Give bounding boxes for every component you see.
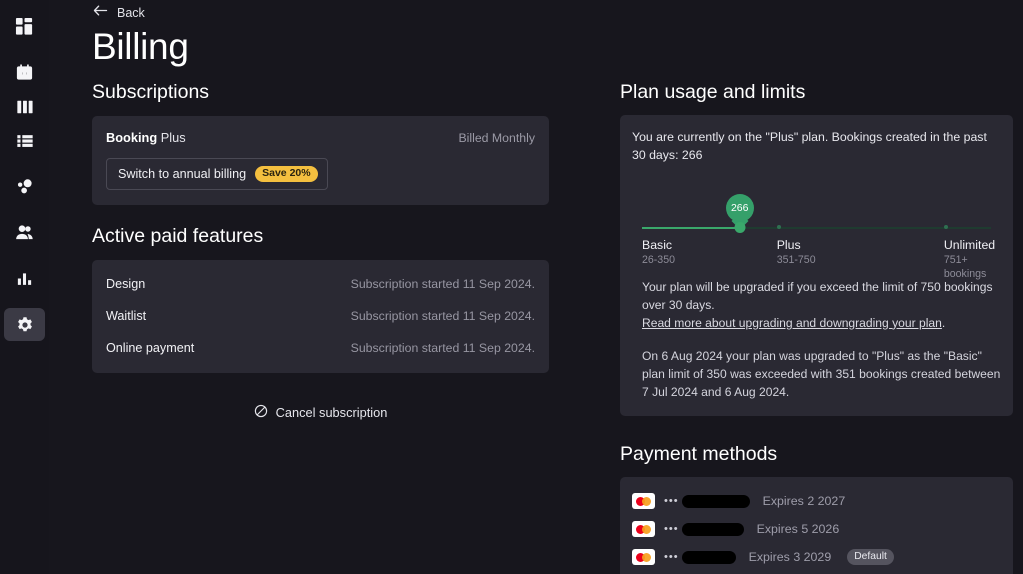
usage-tier-labels: Basic 26-350 Plus 351-750 Unlimited 751+… <box>642 238 995 281</box>
redaction-bar <box>681 494 750 508</box>
back-label: Back <box>117 6 145 20</box>
card-expiry: Expires 3 2029 <box>748 550 832 565</box>
list-item[interactable]: ••• Expires 3 2029 Default <box>632 543 1001 571</box>
back-button[interactable]: Back <box>49 0 1023 22</box>
feature-name: Waitlist <box>106 308 147 323</box>
usage-upgrade-note: Your plan will be upgraded if you exceed… <box>642 278 1001 332</box>
sidebar-item-list[interactable] <box>4 124 45 157</box>
list-item[interactable]: ••• Expires 2 2027 <box>632 487 1001 515</box>
usage-marker-value: 266 <box>725 193 754 222</box>
usage-meter: 266 <box>642 186 991 238</box>
usage-card: You are currently on the "Plus" plan. Bo… <box>620 114 1013 417</box>
upgrade-downgrade-link[interactable]: Read more about upgrading and downgradin… <box>642 316 942 330</box>
feature-meta: Subscription started 11 Sep 2024. <box>350 340 535 355</box>
usage-upgrade-text: Your plan will be upgraded if you exceed… <box>642 279 993 312</box>
tier-range: 351-750 <box>776 253 816 266</box>
subscription-name: Booking Plus <box>106 130 186 145</box>
card-number-mask: ••• <box>664 522 744 536</box>
list-icon <box>16 132 34 150</box>
table-row: Waitlist Subscription started 11 Sep 202… <box>106 300 535 332</box>
sidebar-item-reports[interactable] <box>4 262 45 295</box>
save-badge: Save 20% <box>255 165 318 182</box>
switch-to-annual-billing-button[interactable]: Switch to annual billing Save 20% <box>106 157 328 190</box>
card-expiry: Expires 2 2027 <box>762 494 846 509</box>
feature-name: Online payment <box>106 340 195 355</box>
mastercard-icon <box>632 493 655 510</box>
main-content: Back Billing Subscriptions Booking Plus … <box>49 0 1023 574</box>
card-expiry: Expires 5 2026 <box>756 522 840 537</box>
link-suffix: . <box>941 315 946 330</box>
card-number-mask: ••• <box>664 550 736 564</box>
tier-range: 26-350 <box>642 253 675 266</box>
cancel-circle-icon <box>254 404 268 421</box>
table-row: Online payment Subscription started 11 S… <box>106 332 535 364</box>
users-icon <box>15 223 34 242</box>
tier-name: Plus <box>776 237 801 252</box>
redaction-bar <box>681 550 736 564</box>
payment-methods-section: Payment methods ••• Expires 2 2027 ••• E… <box>620 443 1013 574</box>
feature-meta: Subscription started 11 Sep 2024. <box>350 276 535 291</box>
subscription-card: Booking Plus Billed Monthly Switch to an… <box>92 115 549 205</box>
mask-dots: ••• <box>664 494 679 507</box>
billing-page: Back Billing Subscriptions Booking Plus … <box>0 0 1023 574</box>
arrow-left-icon <box>93 4 108 22</box>
usage-heading: Plan usage and limits <box>620 80 806 103</box>
bubbles-icon <box>15 177 34 196</box>
sidebar-item-settings[interactable] <box>4 308 45 341</box>
usage-tick-unlimited <box>943 225 948 229</box>
sidebar-item-customers[interactable] <box>4 216 45 249</box>
features-heading: Active paid features <box>92 224 264 247</box>
left-column: Subscriptions Booking Plus Billed Monthl… <box>49 81 549 574</box>
payment-methods-heading: Payment methods <box>620 443 778 466</box>
mastercard-icon <box>632 549 655 566</box>
tier-name: Unlimited <box>943 237 996 252</box>
usage-tier: Basic 26-350 <box>642 238 675 268</box>
status-badge: Default <box>847 549 894 566</box>
usage-marker-knob <box>734 222 746 233</box>
card-number-mask: ••• <box>664 494 750 508</box>
feature-meta: Subscription started 11 Sep 2024. <box>350 308 535 323</box>
subscription-plan: Plus <box>157 129 186 145</box>
feature-name: Design <box>106 276 146 291</box>
mask-dots: ••• <box>664 522 679 535</box>
tier-range: 751+ bookings <box>943 253 987 281</box>
redaction-bar <box>681 522 744 536</box>
sidebar-item-calendar[interactable] <box>4 56 45 89</box>
page-title: Billing <box>92 26 189 67</box>
subscriptions-heading: Subscriptions <box>92 80 210 103</box>
tier-name: Basic <box>642 237 673 252</box>
mastercard-icon <box>632 521 655 538</box>
sidebar-item-dashboard[interactable] <box>4 10 45 43</box>
calendar-icon <box>15 63 34 82</box>
sidebar-item-services[interactable] <box>4 170 45 203</box>
cancel-subscription-button[interactable]: Cancel subscription <box>254 404 388 421</box>
subscription-product: Booking <box>106 129 158 145</box>
features-card: Design Subscription started 11 Sep 2024.… <box>92 259 549 373</box>
switch-button-label: Switch to annual billing <box>118 166 247 181</box>
table-row: Design Subscription started 11 Sep 2024. <box>106 268 535 300</box>
payment-methods-card: ••• Expires 2 2027 ••• Expires 5 2026 ••… <box>620 477 1013 574</box>
gear-icon <box>16 316 34 334</box>
usage-tier: Unlimited 751+ bookings <box>944 238 995 282</box>
billing-cycle-label: Billed Monthly <box>458 130 535 145</box>
sidebar-item-board[interactable] <box>4 90 45 123</box>
bar-chart-icon <box>16 270 33 287</box>
mask-dots: ••• <box>664 550 679 563</box>
usage-history-note: On 6 Aug 2024 your plan was upgraded to … <box>642 348 1001 400</box>
usage-lead-text: You are currently on the "Plus" plan. Bo… <box>632 129 987 162</box>
usage-tick-plus <box>776 225 781 229</box>
cancel-subscription-label: Cancel subscription <box>275 404 388 420</box>
right-column: Plan usage and limits You are currently … <box>549 81 1023 574</box>
sidebar <box>0 0 49 574</box>
columns-icon <box>16 98 34 116</box>
list-item[interactable]: ••• Expires 5 2026 <box>632 515 1001 543</box>
usage-tier: Plus 351-750 <box>777 238 816 268</box>
dashboard-grid-icon <box>15 17 34 36</box>
